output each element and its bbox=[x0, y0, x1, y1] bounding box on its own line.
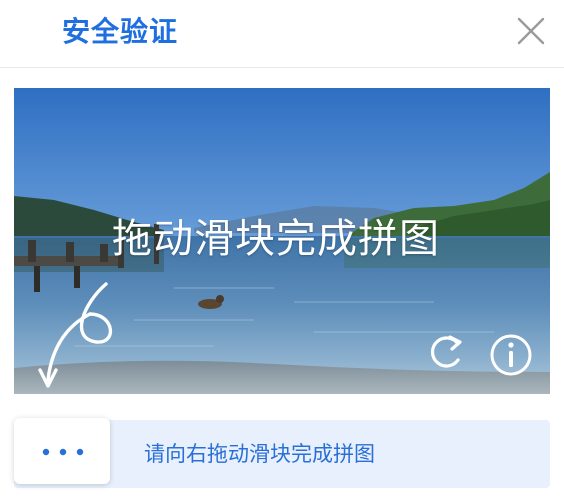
close-icon bbox=[517, 17, 545, 45]
more-dots-icon bbox=[42, 448, 84, 456]
close-button[interactable] bbox=[516, 16, 546, 46]
puzzle-image-area: 拖动滑块完成拼图 bbox=[14, 88, 550, 394]
slider-instruction: 请向右拖动滑块完成拼图 bbox=[144, 442, 375, 466]
security-verification-dialog: 安全验证 拖动滑块完成拼图 请向右拖动滑块完成拼图 bbox=[0, 0, 564, 504]
info-icon bbox=[490, 334, 532, 376]
info-button[interactable] bbox=[488, 332, 534, 378]
puzzle-hint-text: 拖动滑块完成拼图 bbox=[112, 216, 440, 262]
refresh-button[interactable] bbox=[426, 332, 466, 372]
dialog-title: 安全验证 bbox=[62, 15, 179, 48]
refresh-icon bbox=[430, 335, 462, 368]
slider-track[interactable]: 请向右拖动滑块完成拼图 bbox=[14, 418, 550, 488]
dialog-header: 安全验证 bbox=[0, 0, 564, 68]
slider-handle[interactable] bbox=[14, 418, 110, 484]
